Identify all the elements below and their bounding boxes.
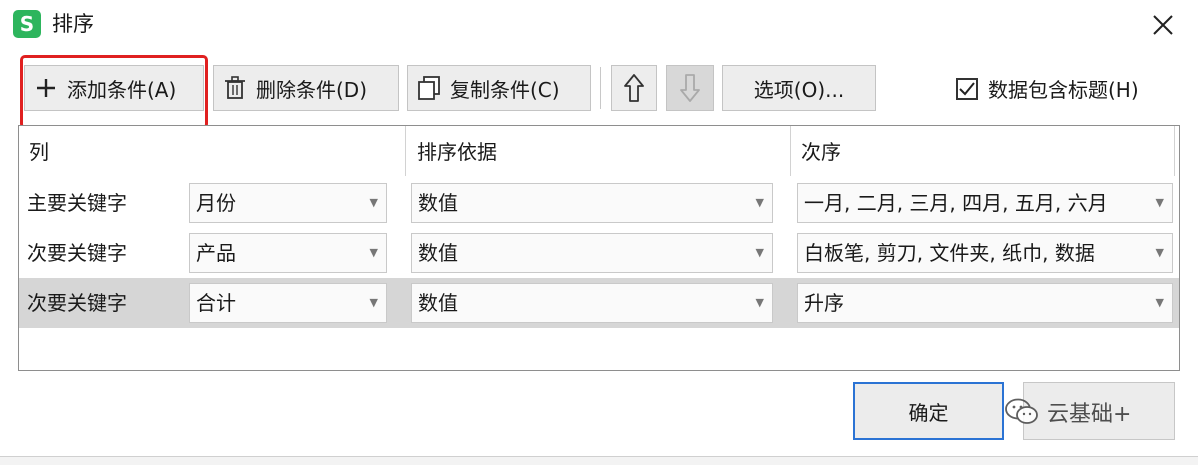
- header-divider: [405, 126, 406, 176]
- add-condition-label: 添加条件(A): [67, 77, 177, 102]
- dropdown-arrow-icon: ▼: [1155, 296, 1164, 309]
- column-select-value: 月份: [196, 191, 236, 215]
- column-select-value: 合计: [196, 291, 236, 315]
- order-select-value: 一月, 二月, 三月, 四月, 五月, 六月: [804, 191, 1108, 215]
- toolbar-divider: [600, 67, 601, 109]
- row-key-label: 次要关键字: [27, 241, 127, 265]
- header-column: 列: [29, 140, 49, 164]
- toolbar: 添加条件(A) 删除条件(D) 复制条件(C) 选项(O)... 数据包含标题(…: [0, 55, 1198, 123]
- column-select[interactable]: 产品 ▼: [189, 233, 387, 273]
- dropdown-arrow-icon: ▼: [1155, 246, 1164, 259]
- order-select-value: 白板笔, 剪刀, 文件夹, 纸巾, 数据: [804, 241, 1095, 265]
- sort-row-selected[interactable]: 次要关键字 合计 ▼ 数值 ▼ 升序 ▼: [19, 278, 1179, 328]
- ok-button[interactable]: 确定: [853, 382, 1004, 440]
- copy-icon: [416, 75, 442, 101]
- copy-condition-label: 复制条件(C): [450, 77, 560, 102]
- sort-on-select-value: 数值: [418, 291, 458, 315]
- move-down-button[interactable]: [666, 65, 714, 111]
- header-checkbox[interactable]: [956, 77, 978, 100]
- sort-on-select-value: 数值: [418, 191, 458, 215]
- close-button[interactable]: [1146, 8, 1180, 42]
- sort-on-select[interactable]: 数值 ▼: [411, 283, 773, 323]
- sort-row[interactable]: 主要关键字 月份 ▼ 数值 ▼ 一月, 二月, 三月, 四月, 五月, 六月 ▼: [19, 178, 1179, 228]
- dropdown-arrow-icon: ▼: [369, 196, 378, 209]
- header-checkbox-row[interactable]: 数据包含标题(H): [956, 74, 1139, 103]
- header-checkbox-label: 数据包含标题(H): [988, 78, 1139, 102]
- sort-on-select-value: 数值: [418, 241, 458, 265]
- watermark-text: 云基础+: [1047, 402, 1132, 427]
- title-bar: S 排序: [0, 0, 1198, 50]
- app-icon: S: [13, 10, 41, 38]
- dropdown-arrow-icon: ▼: [369, 296, 378, 309]
- arrow-up-icon: [624, 74, 644, 102]
- sort-on-select[interactable]: 数值 ▼: [411, 233, 773, 273]
- trash-icon: [222, 75, 248, 101]
- column-select-value: 产品: [196, 241, 236, 265]
- order-select[interactable]: 白板笔, 剪刀, 文件夹, 纸巾, 数据 ▼: [797, 233, 1173, 273]
- close-icon: [1153, 15, 1173, 35]
- plus-icon: [33, 75, 59, 101]
- dropdown-arrow-icon: ▼: [755, 246, 764, 259]
- dropdown-arrow-icon: ▼: [755, 196, 764, 209]
- header-sort-on: 排序依据: [417, 140, 497, 164]
- watermark: 云基础+: [1005, 396, 1131, 428]
- row-key-label: 主要关键字: [27, 191, 127, 215]
- sort-criteria-grid: 列 排序依据 次序 主要关键字 月份 ▼ 数值 ▼ 一月, 二月, 三月, 四月…: [18, 125, 1180, 371]
- dialog-title: 排序: [52, 12, 94, 36]
- order-select[interactable]: 升序 ▼: [797, 283, 1173, 323]
- dropdown-arrow-icon: ▼: [369, 246, 378, 259]
- dropdown-arrow-icon: ▼: [755, 296, 764, 309]
- header-divider: [1174, 126, 1175, 176]
- copy-condition-button[interactable]: 复制条件(C): [407, 65, 591, 111]
- dropdown-arrow-icon: ▼: [1155, 196, 1164, 209]
- delete-condition-button[interactable]: 删除条件(D): [213, 65, 399, 111]
- sort-on-select[interactable]: 数值 ▼: [411, 183, 773, 223]
- header-order: 次序: [801, 140, 841, 164]
- move-up-button[interactable]: [611, 65, 657, 111]
- column-select[interactable]: 合计 ▼: [189, 283, 387, 323]
- delete-condition-label: 删除条件(D): [256, 77, 368, 102]
- add-condition-button[interactable]: 添加条件(A): [24, 65, 204, 111]
- checkmark-icon: [959, 81, 975, 95]
- order-select-value: 升序: [804, 291, 844, 315]
- options-button[interactable]: 选项(O)...: [722, 65, 876, 111]
- arrow-down-icon: [680, 74, 700, 102]
- wechat-icon: [1005, 398, 1038, 424]
- header-divider: [790, 126, 791, 176]
- row-key-label: 次要关键字: [27, 291, 127, 315]
- column-select[interactable]: 月份 ▼: [189, 183, 387, 223]
- sort-row[interactable]: 次要关键字 产品 ▼ 数值 ▼ 白板笔, 剪刀, 文件夹, 纸巾, 数据 ▼: [19, 228, 1179, 278]
- order-select[interactable]: 一月, 二月, 三月, 四月, 五月, 六月 ▼: [797, 183, 1173, 223]
